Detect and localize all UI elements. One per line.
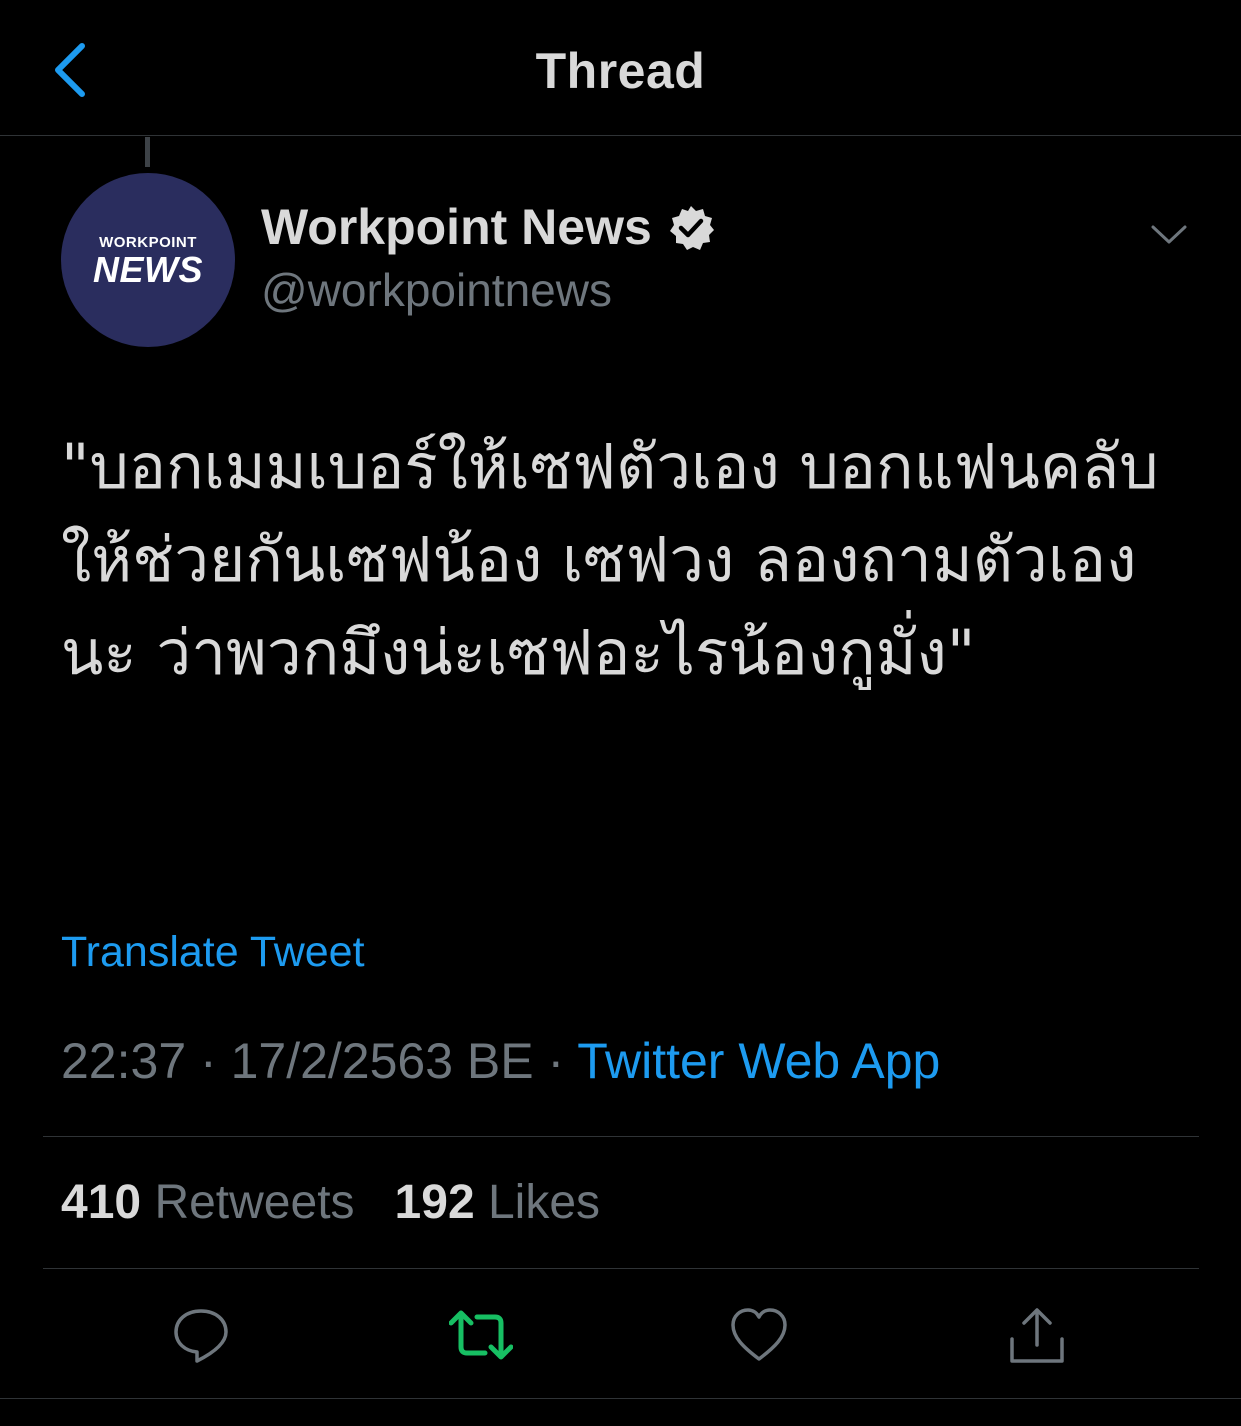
verified-badge-icon (670, 206, 714, 250)
reply-button[interactable] (171, 1305, 231, 1365)
page-title: Thread (535, 43, 706, 99)
share-button[interactable] (1007, 1305, 1067, 1365)
avatar[interactable]: WORKPOINT NEWS (61, 173, 235, 347)
divider (43, 1268, 1199, 1269)
divider (43, 1136, 1199, 1137)
retweets-count: 410 (61, 1176, 142, 1229)
chevron-down-icon (1151, 225, 1187, 244)
heart-icon (731, 1308, 787, 1361)
tweet-date: 17/2/2563 BE (230, 1033, 534, 1089)
share-icon (1010, 1308, 1064, 1363)
author-handle[interactable]: @workpointnews (261, 263, 612, 317)
action-bar (0, 1270, 1241, 1400)
more-options-button[interactable] (1148, 218, 1190, 250)
like-button[interactable] (729, 1305, 789, 1365)
meta-separator: · (547, 1033, 565, 1089)
divider (0, 1398, 1241, 1399)
thread-connector-line (145, 137, 150, 167)
likes-count: 192 (394, 1176, 475, 1229)
retweets-label: Retweets (154, 1176, 355, 1229)
meta-separator: · (200, 1033, 217, 1089)
tweet-text: "บอกเมมเบอร์ให้เซฟตัวเอง บอกแฟนคลับ ให้ช… (61, 430, 1179, 689)
tweet-time: 22:37 (61, 1033, 187, 1089)
translate-tweet-link[interactable]: Translate Tweet (61, 928, 365, 977)
reply-icon (174, 1309, 228, 1363)
author-display-name[interactable]: Workpoint News (261, 198, 652, 256)
tweet-metadata: 22:37 · 17/2/2563 BE · Twitter Web App (61, 1032, 940, 1090)
tweet-source-link[interactable]: Twitter Web App (577, 1033, 940, 1089)
retweet-icon (448, 1310, 514, 1360)
top-bar: Thread (0, 0, 1241, 136)
likes-stat[interactable]: 192 Likes (395, 1176, 601, 1229)
retweets-stat[interactable]: 410 Retweets (61, 1176, 355, 1229)
retweet-button[interactable] (448, 1305, 514, 1365)
likes-label: Likes (487, 1176, 601, 1229)
avatar-logo-text-bottom: NEWS (93, 249, 203, 290)
engagement-stats: 410 Retweets 192 Likes (61, 1175, 600, 1230)
